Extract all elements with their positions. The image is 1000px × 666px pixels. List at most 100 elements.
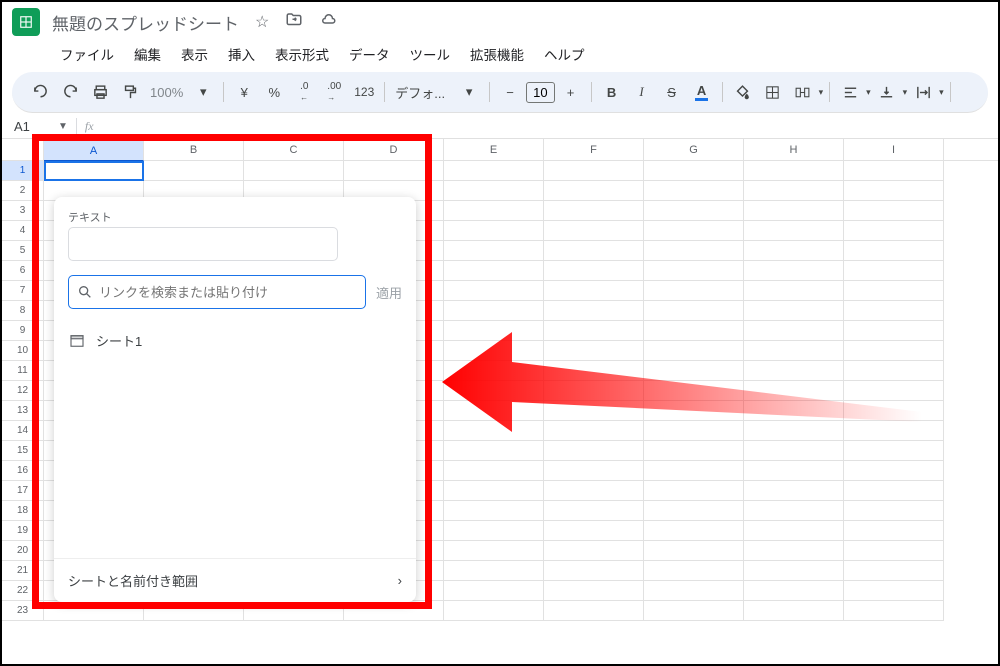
cell[interactable] <box>644 281 744 301</box>
cell[interactable] <box>544 241 644 261</box>
menu-item[interactable]: ツール <box>402 42 459 66</box>
cell[interactable] <box>744 581 844 601</box>
row-header[interactable]: 7 <box>2 281 44 301</box>
row-header[interactable]: 9 <box>2 321 44 341</box>
cell[interactable] <box>544 281 644 301</box>
cell[interactable] <box>644 341 744 361</box>
cell[interactable] <box>844 601 944 621</box>
cell[interactable] <box>844 261 944 281</box>
cell[interactable] <box>744 561 844 581</box>
cell[interactable] <box>744 421 844 441</box>
document-title[interactable]: 無題のスプレッドシート <box>52 10 239 35</box>
cell[interactable] <box>544 341 644 361</box>
row-header[interactable]: 21 <box>2 561 44 581</box>
cell[interactable] <box>444 321 544 341</box>
cell[interactable] <box>544 381 644 401</box>
cell[interactable] <box>644 601 744 621</box>
row-header[interactable]: 12 <box>2 381 44 401</box>
cell[interactable] <box>544 541 644 561</box>
row-header[interactable]: 2 <box>2 181 44 201</box>
cell[interactable] <box>444 401 544 421</box>
column-header[interactable]: A <box>44 140 144 161</box>
font-family-dropdown[interactable]: デフォ... <box>391 83 453 102</box>
cell[interactable] <box>744 501 844 521</box>
cell[interactable] <box>644 221 744 241</box>
cell[interactable] <box>644 441 744 461</box>
cell[interactable] <box>544 581 644 601</box>
cell[interactable] <box>744 181 844 201</box>
link-url-input-wrapper[interactable] <box>68 275 366 309</box>
menu-item[interactable]: データ <box>341 42 398 66</box>
cell[interactable] <box>444 161 544 181</box>
row-header[interactable]: 22 <box>2 581 44 601</box>
cell[interactable] <box>844 241 944 261</box>
cell[interactable] <box>544 521 644 541</box>
cell[interactable] <box>644 381 744 401</box>
cell[interactable] <box>844 361 944 381</box>
merge-cells-button[interactable] <box>789 78 817 106</box>
sheets-logo-icon[interactable] <box>12 8 40 36</box>
horizontal-align-button[interactable] <box>836 78 864 106</box>
cell[interactable] <box>644 361 744 381</box>
cell[interactable] <box>544 201 644 221</box>
cell[interactable] <box>744 301 844 321</box>
cell[interactable] <box>444 341 544 361</box>
cell[interactable] <box>444 501 544 521</box>
cell[interactable] <box>844 341 944 361</box>
cell[interactable] <box>644 521 744 541</box>
cell[interactable] <box>844 441 944 461</box>
cell[interactable] <box>644 201 744 221</box>
cell[interactable] <box>844 281 944 301</box>
font-size-input[interactable]: 10 <box>526 82 554 103</box>
italic-button[interactable]: I <box>628 78 656 106</box>
cell[interactable] <box>444 301 544 321</box>
cell[interactable] <box>644 301 744 321</box>
cell[interactable] <box>444 381 544 401</box>
cell[interactable] <box>844 421 944 441</box>
cell[interactable] <box>444 221 544 241</box>
column-header[interactable]: E <box>444 139 544 160</box>
currency-button[interactable]: ¥ <box>230 78 258 106</box>
cell[interactable] <box>744 361 844 381</box>
cell[interactable] <box>244 161 344 181</box>
cell[interactable] <box>544 461 644 481</box>
cell[interactable] <box>544 501 644 521</box>
row-header[interactable]: 14 <box>2 421 44 441</box>
cell[interactable] <box>744 441 844 461</box>
cell[interactable] <box>844 381 944 401</box>
vertical-align-button[interactable] <box>873 78 901 106</box>
cell[interactable] <box>844 481 944 501</box>
cell[interactable] <box>44 601 144 621</box>
row-header[interactable]: 3 <box>2 201 44 221</box>
cell[interactable] <box>744 161 844 181</box>
cell[interactable] <box>544 601 644 621</box>
star-icon[interactable]: ☆ <box>255 12 269 32</box>
cell[interactable] <box>644 561 744 581</box>
cell[interactable] <box>844 401 944 421</box>
cell[interactable] <box>344 161 444 181</box>
cell[interactable] <box>444 541 544 561</box>
chevron-down-icon[interactable]: ▾ <box>189 78 217 106</box>
redo-button[interactable] <box>56 78 84 106</box>
cell[interactable] <box>444 441 544 461</box>
cell[interactable] <box>844 161 944 181</box>
apply-button[interactable]: 適用 <box>376 283 402 302</box>
cell[interactable] <box>544 401 644 421</box>
cell[interactable] <box>244 601 344 621</box>
column-header[interactable]: I <box>844 139 944 160</box>
row-header[interactable]: 1 <box>2 161 44 181</box>
cell[interactable] <box>644 461 744 481</box>
active-cell-indicator[interactable] <box>44 161 144 181</box>
cell[interactable] <box>344 601 444 621</box>
link-suggestion-sheet1[interactable]: シート1 <box>54 323 416 358</box>
row-header[interactable]: 23 <box>2 601 44 621</box>
zoom-dropdown[interactable]: 100% <box>146 85 187 100</box>
cell[interactable] <box>844 501 944 521</box>
cell[interactable] <box>444 201 544 221</box>
borders-button[interactable] <box>759 78 787 106</box>
cell[interactable] <box>644 401 744 421</box>
cell[interactable] <box>744 601 844 621</box>
row-header[interactable]: 19 <box>2 521 44 541</box>
row-header[interactable]: 8 <box>2 301 44 321</box>
row-header[interactable]: 20 <box>2 541 44 561</box>
